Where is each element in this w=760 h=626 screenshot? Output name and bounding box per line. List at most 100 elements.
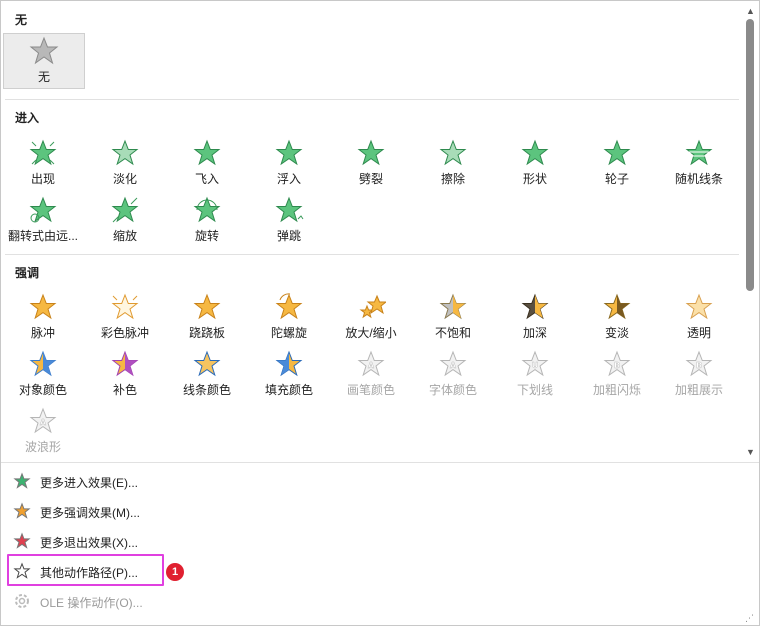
step-badge: 1 bbox=[166, 563, 184, 581]
scroll-down-icon[interactable]: ▼ bbox=[746, 448, 755, 457]
menu-item[interactable]: 更多进入效果(E)... bbox=[9, 470, 409, 492]
effect-label: 擦除 bbox=[440, 172, 465, 186]
effect-label: 补色 bbox=[112, 383, 137, 397]
effect-label: 线条颜色 bbox=[182, 383, 231, 397]
brush-color-icon: A bbox=[356, 349, 386, 379]
resize-grip-icon[interactable]: ⋰ bbox=[745, 613, 754, 624]
font-color-icon: A bbox=[438, 349, 468, 379]
effect-tile: B 加粗闪烁 bbox=[577, 347, 657, 403]
divider bbox=[5, 254, 739, 255]
effect-tile: U 下划线 bbox=[495, 347, 575, 403]
section-none-header: 无 bbox=[15, 13, 28, 27]
effect-label: 脉冲 bbox=[30, 326, 55, 340]
effect-label: 下划线 bbox=[516, 383, 553, 397]
effect-tile[interactable]: 轮子 bbox=[577, 136, 657, 192]
darken-icon bbox=[520, 292, 550, 322]
none-effect-tile[interactable]: 无 bbox=[3, 33, 85, 89]
effect-label: 旋转 bbox=[194, 229, 219, 243]
effect-tile[interactable]: 随机线条 bbox=[659, 136, 739, 192]
bounce-icon bbox=[274, 195, 304, 225]
effect-tile[interactable]: 变淡 bbox=[577, 290, 657, 346]
effect-tile: A 波浪形 bbox=[3, 404, 83, 460]
bold-flash-icon: B bbox=[602, 349, 632, 379]
effect-label: 透明 bbox=[686, 326, 711, 340]
fly-in-icon bbox=[192, 138, 222, 168]
effect-tile[interactable]: 翻转式由远... bbox=[3, 193, 83, 249]
effect-label: 画笔颜色 bbox=[346, 383, 395, 397]
effect-tile[interactable]: 放大/缩小 bbox=[331, 290, 411, 346]
pulse-icon bbox=[28, 292, 58, 322]
effect-tile[interactable]: 出现 bbox=[3, 136, 83, 192]
effect-tile[interactable]: 加深 bbox=[495, 290, 575, 346]
svg-text:B: B bbox=[614, 361, 620, 370]
wheel-icon bbox=[602, 138, 632, 168]
effect-tile[interactable]: 缩放 bbox=[85, 193, 165, 249]
menu-item[interactable]: 更多退出效果(X)... bbox=[9, 530, 409, 552]
effect-label: 陀螺旋 bbox=[270, 326, 307, 340]
effect-tile[interactable]: 淡化 bbox=[85, 136, 165, 192]
effect-tile[interactable]: 陀螺旋 bbox=[249, 290, 329, 346]
effect-tile[interactable]: 填充颜色 bbox=[249, 347, 329, 403]
svg-text:U: U bbox=[532, 361, 539, 370]
scroll-thumb[interactable] bbox=[746, 19, 754, 291]
effect-label: 劈裂 bbox=[358, 172, 383, 186]
gear-icon bbox=[13, 592, 31, 610]
effect-label: 放大/缩小 bbox=[345, 326, 397, 340]
effect-label: 翻转式由远... bbox=[7, 229, 78, 243]
section-emphasis-header: 强调 bbox=[15, 266, 40, 280]
fill-color-icon bbox=[274, 349, 304, 379]
lighten-icon bbox=[602, 292, 632, 322]
effect-tile[interactable]: 补色 bbox=[85, 347, 165, 403]
effect-tile[interactable]: 脉冲 bbox=[3, 290, 83, 346]
effect-label: 加粗展示 bbox=[674, 383, 723, 397]
effect-label: 填充颜色 bbox=[264, 383, 313, 397]
effect-tile[interactable]: 飞入 bbox=[167, 136, 247, 192]
effect-tile[interactable]: 浮入 bbox=[249, 136, 329, 192]
effect-label: 加粗闪烁 bbox=[592, 383, 641, 397]
menu-item-label: 更多退出效果(X)... bbox=[40, 536, 138, 550]
effect-label: 淡化 bbox=[112, 172, 137, 186]
svg-text:A: A bbox=[368, 361, 375, 370]
effect-tile[interactable]: 彩色脉冲 bbox=[85, 290, 165, 346]
effect-tile[interactable]: 劈裂 bbox=[331, 136, 411, 192]
svg-text:A: A bbox=[450, 361, 457, 370]
effect-label: 浮入 bbox=[276, 172, 301, 186]
object-color-icon bbox=[28, 349, 58, 379]
effect-tile[interactable]: 线条颜色 bbox=[167, 347, 247, 403]
effect-label: 跷跷板 bbox=[188, 326, 225, 340]
effect-tile[interactable]: 透明 bbox=[659, 290, 739, 346]
line-color-icon bbox=[192, 349, 222, 379]
divider bbox=[5, 99, 739, 100]
effect-label: 字体颜色 bbox=[428, 383, 477, 397]
shape-icon bbox=[520, 138, 550, 168]
scroll-up-icon[interactable]: ▲ bbox=[746, 7, 755, 16]
menu-item[interactable]: 更多强调效果(M)... bbox=[9, 500, 409, 522]
effect-tile[interactable]: 旋转 bbox=[167, 193, 247, 249]
vertical-scrollbar[interactable]: ▲ ▼ bbox=[742, 1, 759, 461]
effect-tile: B 加粗展示 bbox=[659, 347, 739, 403]
effect-tile[interactable]: 不饱和 bbox=[413, 290, 493, 346]
effect-tile: A 字体颜色 bbox=[413, 347, 493, 403]
float-in-icon bbox=[274, 138, 304, 168]
effect-label: 随机线条 bbox=[674, 172, 723, 186]
desaturate-icon bbox=[438, 292, 468, 322]
effect-tile[interactable]: 跷跷板 bbox=[167, 290, 247, 346]
underline-icon: U bbox=[520, 349, 550, 379]
wipe-icon bbox=[438, 138, 468, 168]
effect-tile[interactable]: 弹跳 bbox=[249, 193, 329, 249]
exit-star-icon bbox=[13, 532, 31, 550]
svg-text:B: B bbox=[696, 361, 702, 370]
effect-label: 对象颜色 bbox=[18, 383, 67, 397]
bold-reveal-icon: B bbox=[684, 349, 714, 379]
split-icon bbox=[356, 138, 386, 168]
complementary-color-icon bbox=[110, 349, 140, 379]
effect-label: 缩放 bbox=[112, 229, 137, 243]
effect-label: 形状 bbox=[522, 172, 547, 186]
effect-tile[interactable]: 形状 bbox=[495, 136, 575, 192]
effect-tile[interactable]: 对象颜色 bbox=[3, 347, 83, 403]
grow-turn-icon bbox=[28, 195, 58, 225]
swivel-icon bbox=[192, 195, 222, 225]
effects-gallery: 无 无 进入 出现 淡化 飞入 浮入 劈裂 擦除 形状 轮子 随机线条 翻转式由远... 缩放 旋转 弹… bbox=[1, 1, 741, 461]
effect-label: 弹跳 bbox=[276, 229, 301, 243]
effect-tile[interactable]: 擦除 bbox=[413, 136, 493, 192]
